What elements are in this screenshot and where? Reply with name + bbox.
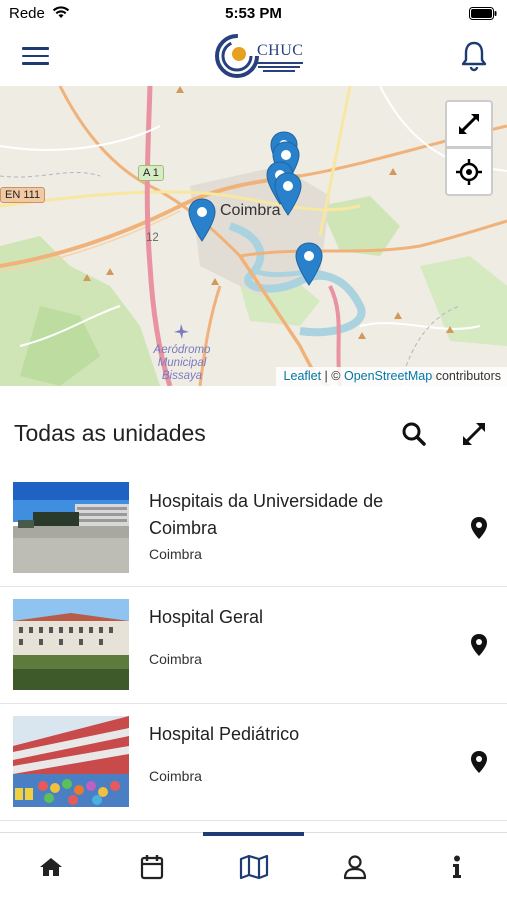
leaflet-link[interactable]: Leaflet bbox=[284, 369, 322, 383]
bell-icon[interactable] bbox=[459, 40, 489, 72]
location-pin-icon[interactable] bbox=[468, 516, 490, 540]
section-title: Todas as unidades bbox=[14, 420, 206, 446]
clock-time: 5:53 PM bbox=[225, 5, 282, 22]
attribution-contributors: contributors bbox=[432, 369, 501, 383]
units-section-header: Todas as unidades bbox=[0, 398, 507, 470]
road-badge-a1: A 1 bbox=[138, 165, 164, 181]
unit-photo bbox=[13, 482, 129, 573]
units-list: Hospitais da Universidade de Coimbra Coi… bbox=[0, 470, 507, 821]
search-icon[interactable] bbox=[400, 420, 428, 448]
map-marker[interactable] bbox=[188, 198, 216, 242]
unit-photo bbox=[13, 599, 129, 690]
status-bar: Rede 5:53 PM bbox=[0, 0, 507, 28]
chuc-logo: CHUC bbox=[215, 32, 305, 82]
openstreetmap-link[interactable]: OpenStreetMap bbox=[344, 369, 432, 383]
unit-name: Hospital Geral bbox=[149, 607, 264, 627]
calendar-icon[interactable] bbox=[101, 833, 202, 900]
map-marker[interactable] bbox=[274, 172, 302, 216]
bottom-nav bbox=[0, 832, 507, 900]
map-icon[interactable] bbox=[203, 832, 304, 900]
map-attribution: Leaflet | © OpenStreetMap contributors bbox=[275, 367, 507, 386]
road-badge-en111: EN 111 bbox=[0, 187, 46, 203]
hamburger-menu-icon[interactable] bbox=[22, 42, 52, 70]
location-pin-icon[interactable] bbox=[468, 750, 490, 774]
battery-icon bbox=[469, 7, 497, 25]
logo-subtitle-lines bbox=[255, 62, 303, 72]
home-icon[interactable] bbox=[0, 833, 101, 900]
list-item[interactable]: Hospitais da Universidade de Coimbra Coi… bbox=[0, 470, 507, 587]
map-marker[interactable] bbox=[295, 242, 323, 286]
user-icon[interactable] bbox=[304, 833, 405, 900]
logo-text: CHUC bbox=[257, 42, 304, 59]
locate-icon[interactable] bbox=[445, 148, 493, 196]
unit-city: Coimbra bbox=[149, 651, 202, 667]
fullscreen-icon[interactable] bbox=[445, 100, 493, 148]
info-icon[interactable] bbox=[406, 833, 507, 900]
unit-name: Hospital Pediátrico bbox=[149, 724, 300, 744]
location-pin-icon[interactable] bbox=[468, 633, 490, 657]
unit-city: Coimbra bbox=[149, 546, 202, 562]
list-item[interactable]: Hospital Geral Coimbra bbox=[0, 587, 507, 704]
expand-icon[interactable] bbox=[461, 421, 487, 447]
map-tiles bbox=[0, 86, 507, 386]
list-item[interactable]: Hospital Pediátrico Coimbra bbox=[0, 704, 507, 821]
app-header: CHUC bbox=[0, 28, 507, 86]
unit-photo bbox=[13, 716, 129, 807]
map-view[interactable]: A 1 EN 111 12 Coimbra Aeródromo Municipa… bbox=[0, 86, 507, 386]
attribution-separator: | © bbox=[321, 369, 344, 383]
unit-city: Coimbra bbox=[149, 768, 202, 784]
map-place-label: Aeródromo Municipal Bissaya bbox=[153, 344, 211, 382]
road-label-12: 12 bbox=[146, 232, 159, 244]
unit-name: Hospitais da Universidade de Coimbra bbox=[149, 491, 384, 538]
